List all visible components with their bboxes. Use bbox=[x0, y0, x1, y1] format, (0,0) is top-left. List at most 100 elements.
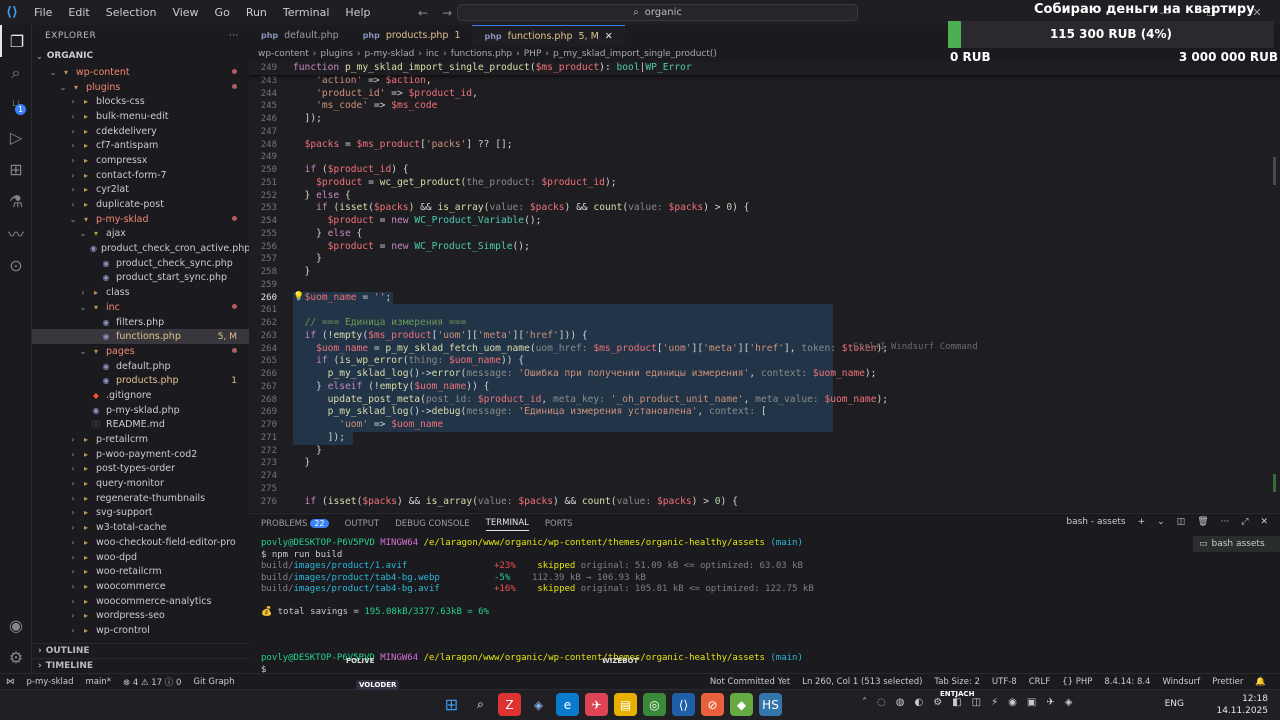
tray-app-icon[interactable]: ⚡ bbox=[991, 697, 998, 708]
menu-edit[interactable]: Edit bbox=[60, 0, 97, 25]
menu-view[interactable]: View bbox=[164, 0, 206, 25]
breadcrumb-item[interactable]: p-my-sklad bbox=[365, 49, 415, 59]
search-icon[interactable]: ⌕ bbox=[469, 693, 492, 716]
more-actions-icon[interactable]: ··· bbox=[229, 31, 239, 41]
breadcrumb-item[interactable]: PHP bbox=[524, 49, 542, 59]
file-item[interactable]: ◆ .gitignore bbox=[32, 388, 249, 403]
tray-app-icon[interactable]: ◧ bbox=[952, 697, 961, 708]
chrome-icon[interactable]: ◎ bbox=[643, 693, 666, 716]
breadcrumb-item[interactable]: p_my_sklad_import_single_product() bbox=[553, 49, 717, 59]
folder-item[interactable]: ⌄ ▾ wp-content bbox=[32, 65, 249, 80]
new-terminal-icon[interactable]: + bbox=[1138, 517, 1146, 527]
tab-output[interactable]: OUTPUT bbox=[345, 519, 380, 529]
source-control-icon[interactable]: ⑂1 bbox=[0, 89, 32, 121]
filezilla-icon[interactable]: Z bbox=[498, 693, 521, 716]
heidisql-icon[interactable]: HS bbox=[759, 693, 782, 716]
system-clock[interactable]: 12:18 14.11.2025 bbox=[1216, 693, 1268, 717]
folder-item[interactable]: › ▸ compressx bbox=[32, 153, 249, 168]
status-git-graph[interactable]: Git Graph bbox=[187, 677, 240, 687]
extensions-icon[interactable]: ⊞ bbox=[0, 153, 32, 185]
folder-item[interactable]: › ▸ blocks-css bbox=[32, 94, 249, 109]
folder-item[interactable]: ⌄ ▾ p-my-sklad bbox=[32, 212, 249, 227]
folder-item[interactable]: › ▸ svg-support bbox=[32, 506, 249, 521]
folder-item[interactable]: ⌄ ▾ plugins bbox=[32, 80, 249, 95]
telegram-icon[interactable]: ✈ bbox=[585, 693, 608, 716]
postman-icon[interactable]: ⊘ bbox=[701, 693, 724, 716]
gear-icon[interactable]: ⚙ bbox=[0, 641, 32, 673]
status-workspace[interactable]: p-my-sklad bbox=[21, 677, 80, 687]
file-item[interactable]: ◉ product_check_sync.php bbox=[32, 256, 249, 271]
back-arrow-icon[interactable]: ← bbox=[418, 6, 428, 20]
folder-item[interactable]: › ▸ p-woo-payment-cod2 bbox=[32, 447, 249, 462]
folder-item[interactable]: › ▸ woocommerce bbox=[32, 579, 249, 594]
folder-item[interactable]: › ▸ duplicate-post bbox=[32, 197, 249, 212]
folder-item[interactable]: › ▸ wp-crontrol bbox=[32, 623, 249, 638]
terminal-selector[interactable]: bash - assets bbox=[1066, 517, 1125, 527]
status-encoding[interactable]: UTF-8 bbox=[986, 677, 1023, 687]
status-windsurf[interactable]: Windsurf bbox=[1156, 677, 1206, 687]
file-item[interactable]: ◉ functions.php 5, M bbox=[32, 329, 249, 345]
status-blame[interactable]: Not Committed Yet bbox=[704, 677, 796, 687]
folder-item[interactable]: › ▸ post-types-order bbox=[32, 462, 249, 477]
explorer-icon[interactable]: ❐ bbox=[0, 25, 32, 57]
breadcrumb-item[interactable]: wp-content bbox=[258, 49, 309, 59]
trash-icon[interactable]: 🗑 bbox=[1197, 517, 1208, 527]
tab-products-php[interactable]: php products.php 1 bbox=[351, 25, 473, 46]
folder-item[interactable]: › ▸ w3-total-cache bbox=[32, 520, 249, 535]
maximize-panel-icon[interactable]: ⤢ bbox=[1241, 517, 1248, 527]
status-php-version[interactable]: 8.4.14: 8.4 bbox=[1098, 677, 1156, 687]
breadcrumb-item[interactable]: inc bbox=[426, 49, 439, 59]
folder-item[interactable]: › ▸ p-retailcrm bbox=[32, 432, 249, 447]
remote-indicator-icon[interactable]: ⋈ bbox=[0, 677, 21, 687]
folder-item[interactable]: ⌄ ▾ inc bbox=[32, 300, 249, 315]
status-eol[interactable]: CRLF bbox=[1023, 677, 1056, 687]
run-debug-icon[interactable]: ▷ bbox=[0, 121, 32, 153]
breadcrumb-item[interactable]: plugins bbox=[320, 49, 353, 59]
input-language[interactable]: ENG bbox=[1165, 699, 1184, 709]
status-problems[interactable]: ⊗ 4 ⚠ 17 ⓘ 0 bbox=[117, 676, 187, 688]
command-center-search[interactable]: ⌕ organic bbox=[457, 4, 858, 21]
folder-item[interactable]: › ▸ woocommerce-analytics bbox=[32, 594, 249, 609]
folder-item[interactable]: ⌄ ▾ pages bbox=[32, 344, 249, 359]
vscode-taskbar-icon[interactable]: ⟨⟩ bbox=[672, 693, 695, 716]
tray-app-icon[interactable]: ◉ bbox=[1008, 697, 1017, 708]
menu-terminal[interactable]: Terminal bbox=[275, 0, 338, 25]
folder-item[interactable]: › ▸ bulk-menu-edit bbox=[32, 109, 249, 124]
tray-app-icon[interactable]: ◌ bbox=[877, 697, 886, 708]
file-item[interactable]: ◉ product_check_cron_active.php bbox=[32, 241, 250, 256]
menu-selection[interactable]: Selection bbox=[98, 0, 165, 25]
tray-app-icon[interactable]: ▣ bbox=[1027, 697, 1036, 708]
status-cursor-position[interactable]: Ln 260, Col 1 (513 selected) bbox=[796, 677, 928, 687]
folder-item[interactable]: › ▸ class bbox=[32, 285, 249, 300]
windows-start-icon[interactable]: ⊞ bbox=[440, 693, 463, 716]
folder-item[interactable]: › ▸ regenerate-thumbnails bbox=[32, 491, 249, 506]
tray-app-icon[interactable]: ⚙ bbox=[933, 697, 942, 708]
status-prettier[interactable]: Prettier bbox=[1206, 677, 1249, 687]
folder-item[interactable]: › ▸ wordpress-seo bbox=[32, 608, 249, 623]
account-icon[interactable]: ◉ bbox=[0, 609, 32, 641]
discord-icon[interactable]: ◍ bbox=[896, 697, 905, 708]
folder-item[interactable]: › ▸ woo-retailcrm bbox=[32, 564, 249, 579]
folder-item[interactable]: ⌄ ▾ ajax bbox=[32, 227, 249, 242]
git-client-icon[interactable]: ◆ bbox=[730, 693, 753, 716]
windsurf-icon[interactable]: 〰 bbox=[0, 217, 32, 249]
bell-icon[interactable]: 🔔 bbox=[1249, 677, 1272, 687]
status-tab-size[interactable]: Tab Size: 2 bbox=[928, 677, 986, 687]
folder-item[interactable]: › ▸ contact-form-7 bbox=[32, 168, 249, 183]
remote-explorer-icon[interactable]: ⊙ bbox=[0, 249, 32, 281]
menu-run[interactable]: Run bbox=[238, 0, 275, 25]
edge-icon[interactable]: e bbox=[556, 693, 579, 716]
status-branch[interactable]: main* bbox=[80, 677, 118, 687]
terminal-list-item[interactable]: ▭ bash assets bbox=[1193, 536, 1280, 552]
file-item[interactable]: ◉ p-my-sklad.php bbox=[32, 403, 249, 418]
search-icon[interactable]: ⌕ bbox=[0, 57, 32, 89]
file-explorer-icon[interactable]: ▤ bbox=[614, 693, 637, 716]
folder-item[interactable]: › ▸ query-monitor bbox=[32, 476, 249, 491]
outline-section[interactable]: › OUTLINE bbox=[32, 643, 249, 657]
file-item[interactable]: ◉ product_start_sync.php bbox=[32, 271, 249, 286]
tab-debug-console[interactable]: DEBUG CONSOLE bbox=[395, 519, 469, 529]
folder-item[interactable]: › ▸ cdekdelivery bbox=[32, 124, 249, 139]
menu-file[interactable]: File bbox=[26, 0, 60, 25]
telegram-tray-icon[interactable]: ✈ bbox=[1046, 697, 1054, 708]
testing-icon[interactable]: ⚗ bbox=[0, 185, 32, 217]
